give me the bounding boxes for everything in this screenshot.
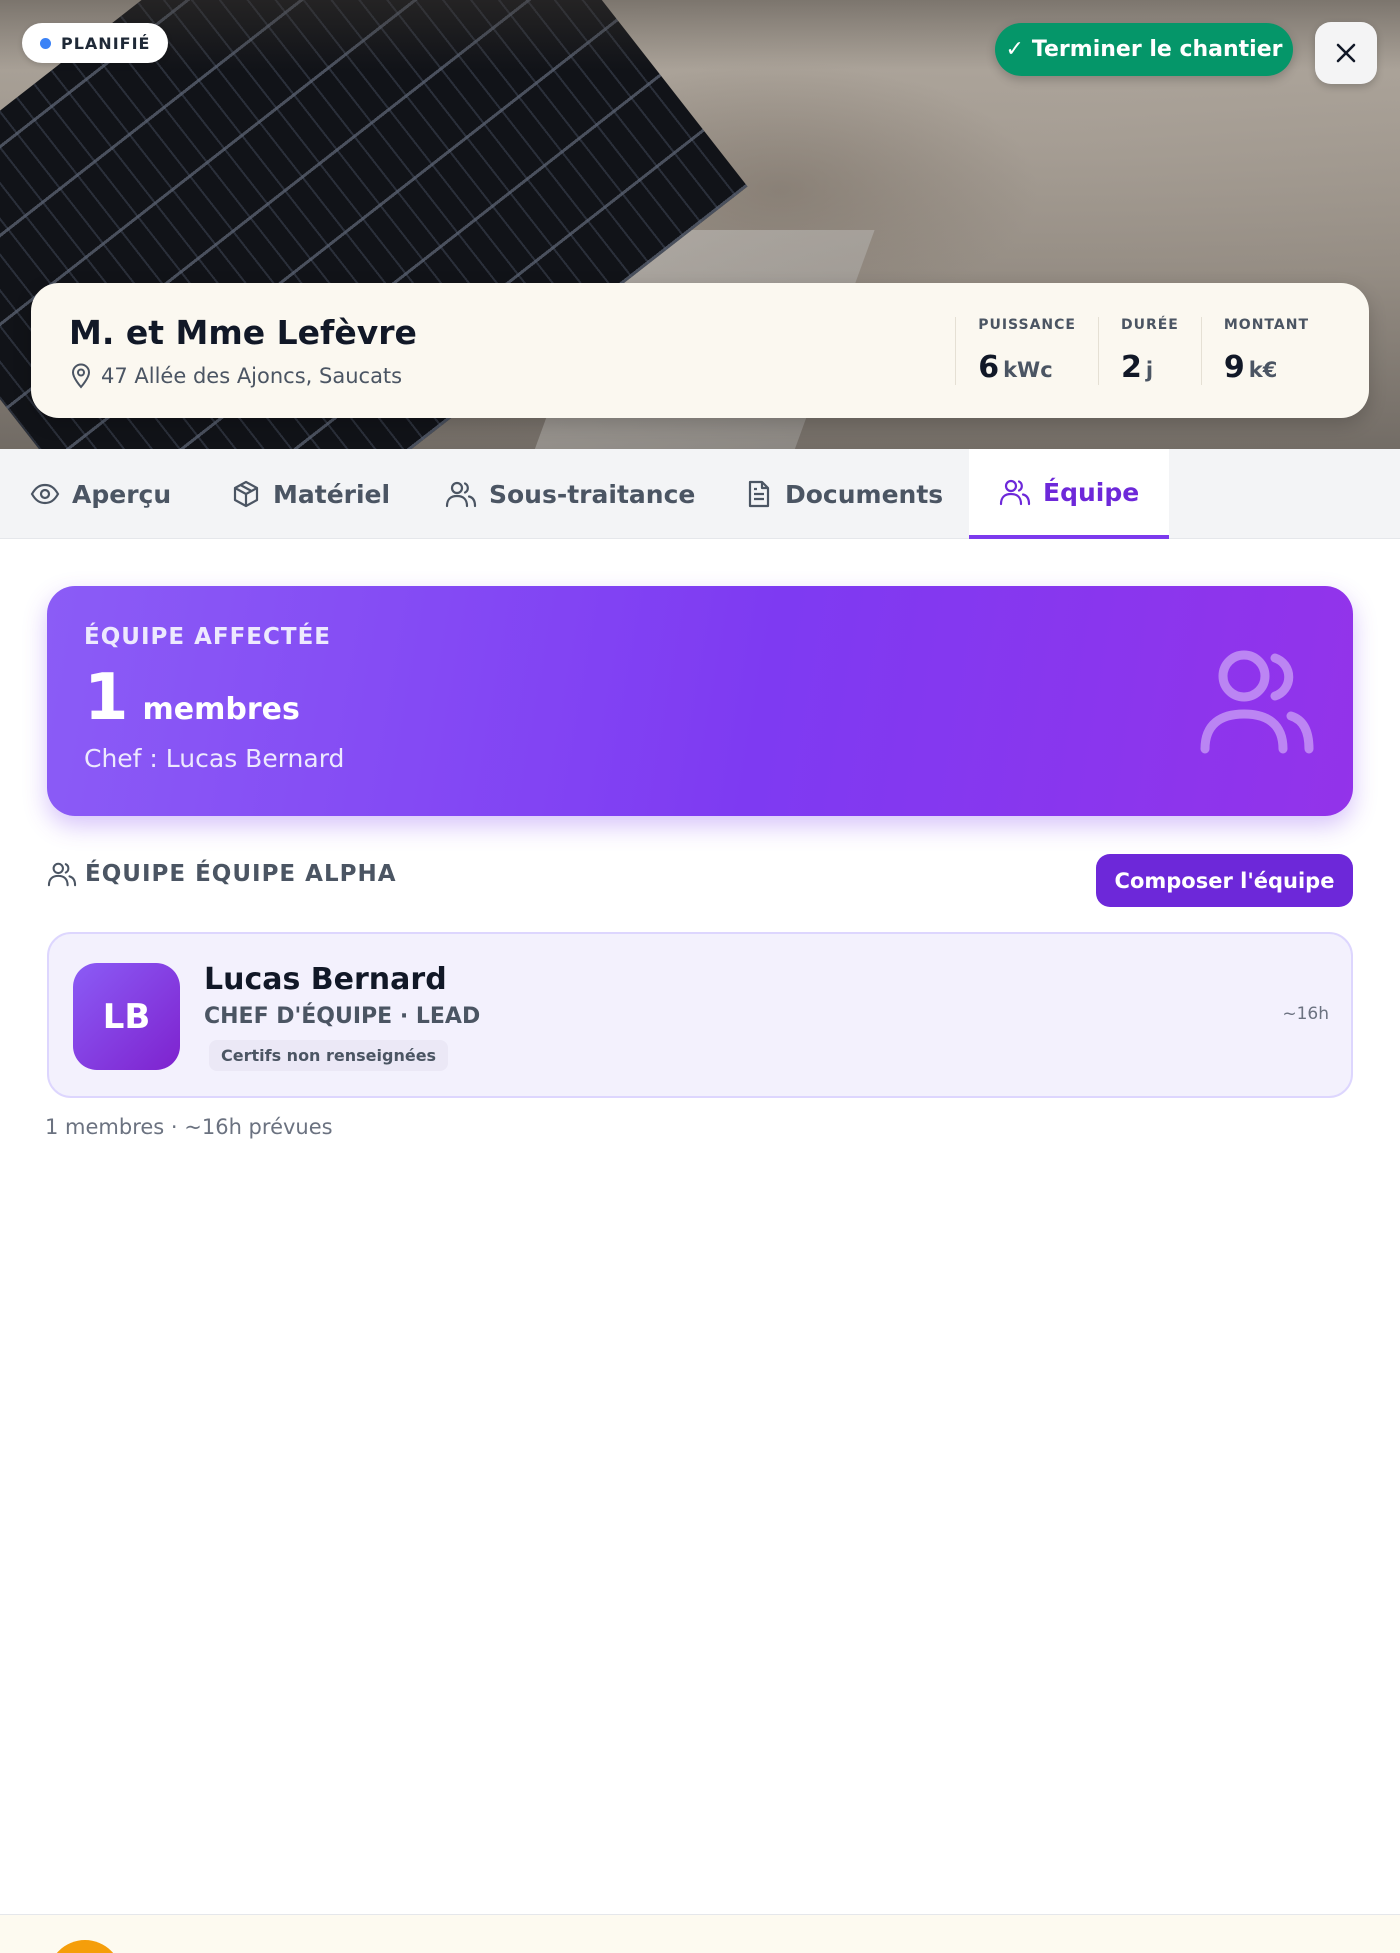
- stat-duration: DURÉE 2j: [1097, 317, 1201, 385]
- stat-label: DURÉE: [1120, 317, 1179, 333]
- tab-equipe[interactable]: Équipe: [969, 449, 1170, 539]
- status-badge: PLANIFIÉ: [22, 23, 169, 63]
- tab-label: Matériel: [273, 479, 391, 509]
- users-icon: [999, 479, 1031, 506]
- stat-amount: MONTANT 9 k€: [1200, 317, 1331, 385]
- stat-unit: kWc: [1003, 358, 1053, 382]
- team-summary-label: ÉQUIPE AFFECTÉE: [84, 624, 331, 650]
- stat-label: MONTANT: [1223, 317, 1309, 333]
- tab-bar: Aperçu Matériel Sous-traitance Documents…: [0, 449, 1400, 539]
- team-section-title: ÉQUIPE ÉQUIPE ALPHA: [85, 861, 397, 887]
- stat-unit: k€: [1248, 358, 1278, 382]
- status-dot: [40, 37, 51, 49]
- stat-unit: j: [1145, 358, 1154, 382]
- map-pin-icon: [71, 363, 91, 389]
- tab-apercu[interactable]: Aperçu: [30, 449, 171, 539]
- bottom-notification-bar: [0, 1914, 1400, 1953]
- tab-label: Sous-traitance: [489, 479, 696, 509]
- status-label: PLANIFIÉ: [61, 33, 151, 53]
- team-count-unit: membres: [142, 692, 300, 727]
- team-count-value: 1: [84, 661, 129, 735]
- close-icon: [1336, 43, 1356, 63]
- stat-value: 6: [978, 350, 1000, 385]
- member-hours: ~16h: [1282, 1004, 1329, 1024]
- tab-documents[interactable]: Documents: [745, 449, 943, 539]
- tab-label: Aperçu: [72, 479, 172, 509]
- project-stats: PUISSANCE 6 kWc DURÉE 2j MONTANT 9 k€: [955, 317, 1331, 385]
- box-icon: [233, 480, 259, 508]
- team-chef: Chef : Lucas Bernard: [84, 744, 345, 773]
- member-card[interactable]: LB Lucas Bernard CHEF D'ÉQUIPE · LEAD Ce…: [47, 932, 1353, 1098]
- team-section-header: ÉQUIPE ÉQUIPE ALPHA: [47, 860, 397, 888]
- stat-value: 9: [1223, 350, 1245, 385]
- stat-power: PUISSANCE 6 kWc: [955, 317, 1098, 385]
- team-count: 1 membres: [84, 666, 300, 730]
- notification-icon: [48, 1940, 122, 1953]
- client-name: M. et Mme Lefèvre: [69, 313, 417, 352]
- close-button[interactable]: [1315, 22, 1377, 84]
- team-summary-card: ÉQUIPE AFFECTÉE 1 membres Chef : Lucas B…: [47, 586, 1353, 816]
- stat-value: 2: [1120, 350, 1142, 385]
- tab-sous-traitance[interactable]: Sous-traitance: [445, 449, 695, 539]
- finish-project-label: Terminer le chantier: [1031, 37, 1283, 62]
- member-name: Lucas Bernard: [204, 962, 447, 997]
- document-icon: [748, 480, 770, 508]
- team-summary-footer: 1 membres · ~16h prévues: [45, 1115, 333, 1139]
- address-text: 47 Allée des Ajoncs, Saucats: [101, 364, 403, 388]
- member-role: CHEF D'ÉQUIPE · LEAD: [204, 1004, 481, 1029]
- tab-materiel[interactable]: Matériel: [231, 449, 390, 539]
- project-address: 47 Allée des Ajoncs, Saucats: [69, 363, 402, 389]
- users-icon: [445, 481, 477, 508]
- hero-banner: PLANIFIÉ ✓ Terminer le chantier M. et Mm…: [0, 0, 1400, 449]
- users-icon: [1200, 650, 1314, 754]
- project-info-card: M. et Mme Lefèvre 47 Allée des Ajoncs, S…: [31, 283, 1369, 418]
- check-icon: ✓: [1005, 37, 1024, 62]
- finish-project-button[interactable]: ✓ Terminer le chantier: [995, 23, 1293, 76]
- compose-team-button[interactable]: Composer l'équipe: [1096, 854, 1353, 907]
- avatar: LB: [73, 963, 180, 1070]
- eye-icon: [30, 483, 60, 505]
- tab-label: Documents: [785, 479, 944, 509]
- users-icon: [47, 862, 77, 887]
- stat-label: PUISSANCE: [978, 317, 1076, 333]
- certification-badge: Certifs non renseignées: [209, 1040, 449, 1071]
- tab-label: Équipe: [1043, 477, 1140, 507]
